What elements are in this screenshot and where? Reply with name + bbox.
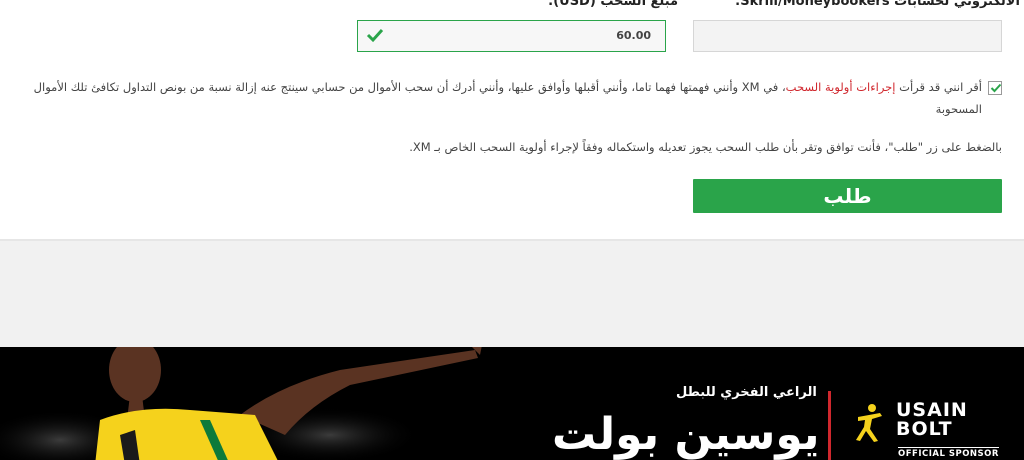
agreement-text-part1: أقر انني قد قرأت xyxy=(895,80,982,94)
amount-input[interactable]: 60.00 xyxy=(357,20,666,52)
check-icon xyxy=(366,26,384,44)
usain-bolt-logo: USAIN BOLT xyxy=(896,401,968,439)
withdrawal-form: البريد الالكتروني لحسابات Skrill/Moneybo… xyxy=(0,0,1024,240)
spacer-area xyxy=(0,241,1024,347)
agreement-text: أقر انني قد قرأت إجراءات أولوية السحب، ف… xyxy=(22,76,982,120)
sponsor-banner: الراعي الفخري للبطل يوسين بولت USAIN BOL… xyxy=(0,347,1024,460)
sponsor-subtitle: الراعي الفخري للبطل xyxy=(676,385,817,400)
athlete-name: يوسين بولت xyxy=(552,409,820,460)
submit-notice: بالضغط على زر "طلب"، فأنت توافق وتقر بأن… xyxy=(409,140,1002,154)
email-input[interactable] xyxy=(693,20,1002,52)
email-field-label: البريد الالكتروني لحسابات Skrill/Moneybo… xyxy=(735,0,1024,9)
amount-field-label: مبلغ السحب (USD): xyxy=(548,0,679,9)
athlete-image xyxy=(95,347,482,460)
separator-bar xyxy=(828,391,831,460)
lightning-bolt-pose-icon xyxy=(856,404,882,442)
submit-button[interactable]: طلب xyxy=(693,179,1002,213)
checkmark-icon xyxy=(990,83,1002,93)
amount-value: 60.00 xyxy=(616,29,651,42)
withdrawal-priority-link[interactable]: إجراءات أولوية السحب xyxy=(786,80,896,94)
logo-line2: BOLT xyxy=(896,418,953,440)
official-sponsor-badge: OFFICIAL SPONSOR xyxy=(898,447,999,459)
agree-checkbox[interactable] xyxy=(988,81,1002,95)
